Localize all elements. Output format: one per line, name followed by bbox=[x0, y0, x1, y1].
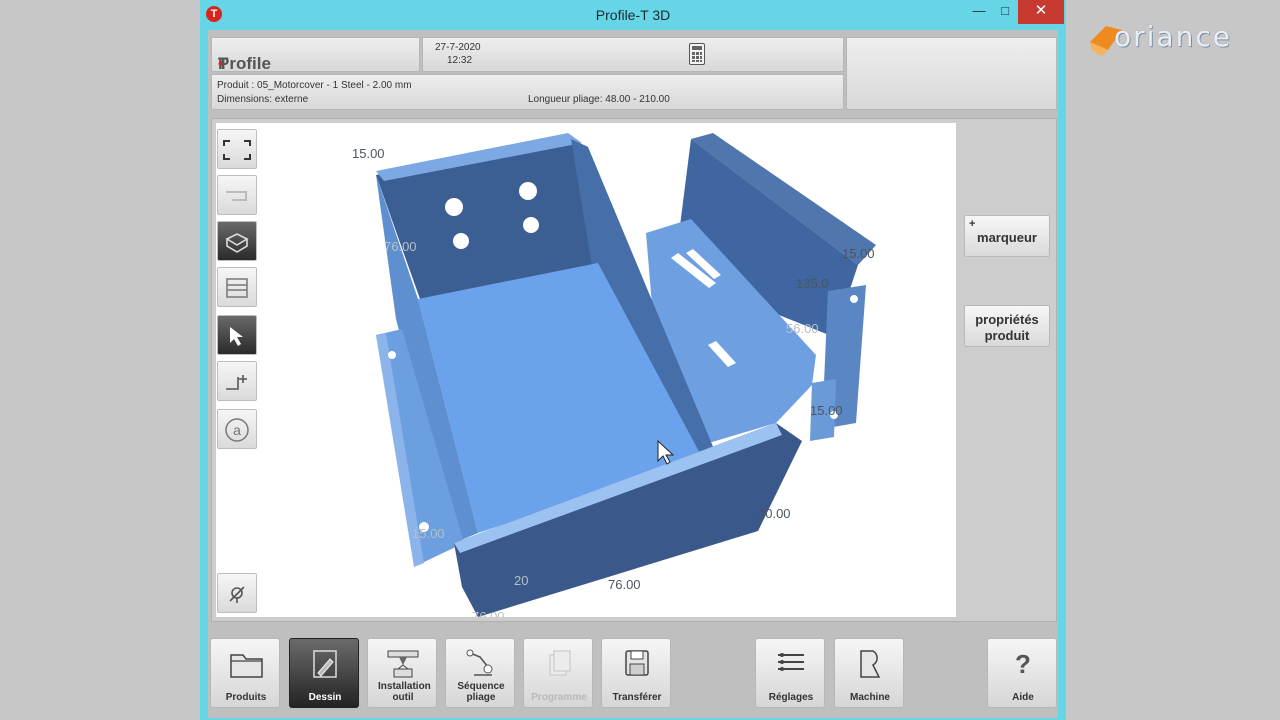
help-button[interactable]: ? Aide bbox=[987, 638, 1057, 708]
bend-sequence-button[interactable]: Séquence pliage bbox=[445, 638, 515, 708]
flange-icon bbox=[226, 191, 247, 201]
select-tool[interactable] bbox=[217, 315, 257, 355]
drawing-button[interactable]: Dessin bbox=[289, 638, 359, 708]
app-window: T Profile-T 3D — □ ✕ Profile • T 27-7-2020… bbox=[200, 0, 1066, 720]
dim-right-angle: 135.0 bbox=[796, 276, 829, 291]
products-button[interactable]: Produits bbox=[210, 638, 280, 708]
tool-setup-icon bbox=[387, 650, 419, 678]
dim-bottom-faint: 76.00 bbox=[472, 609, 505, 617]
viewport-frame: 15.00 76.00 15.00 135.0 56.00 15.00 20.0… bbox=[211, 118, 1057, 622]
close-button[interactable]: ✕ bbox=[1018, 0, 1064, 24]
save-icon bbox=[625, 650, 649, 676]
dim-bottom-right: 20.00 bbox=[758, 506, 791, 521]
fit-view-tool[interactable] bbox=[217, 129, 257, 169]
add-bend-icon bbox=[226, 375, 247, 390]
maximize-button[interactable]: □ bbox=[992, 0, 1018, 24]
plus-icon: + bbox=[969, 218, 976, 230]
part-3d-model[interactable]: 15.00 76.00 15.00 135.0 56.00 15.00 20.0… bbox=[216, 123, 956, 617]
oriance-logo-text: oriance bbox=[1114, 20, 1232, 53]
dim-right-mid: 15.00 bbox=[810, 403, 843, 418]
program-label: Programme bbox=[531, 692, 587, 703]
settings-list-icon bbox=[778, 653, 804, 671]
marker-button[interactable]: + marqueur bbox=[964, 215, 1050, 257]
minimize-button[interactable]: — bbox=[966, 0, 992, 24]
product-properties-button[interactable]: propriétés produit bbox=[964, 305, 1050, 347]
settings-label: Réglages bbox=[768, 692, 814, 703]
svg-text:?: ? bbox=[1015, 649, 1031, 679]
properties-label-line1: propriétés bbox=[975, 312, 1039, 327]
machine-button[interactable]: Machine bbox=[834, 638, 904, 708]
cube-icon bbox=[225, 233, 249, 253]
dim-bottom-mid: 76.00 bbox=[608, 577, 641, 592]
machine-icon bbox=[860, 650, 881, 678]
products-label: Produits bbox=[225, 692, 267, 703]
title-bar: T Profile-T 3D — □ ✕ bbox=[200, 0, 1066, 30]
bend-sequence-icon bbox=[466, 649, 493, 676]
bend-length: Longueur pliage: 48.00 - 210.00 bbox=[528, 94, 670, 105]
properties-label-line2: produit bbox=[984, 328, 1030, 343]
calculator-icon[interactable] bbox=[689, 43, 705, 65]
rotate-reset-tool[interactable] bbox=[217, 573, 257, 613]
program-icon bbox=[549, 650, 571, 676]
frame-icon bbox=[223, 140, 251, 160]
time-text: 12:32 bbox=[447, 55, 473, 66]
help-icon: ? bbox=[1015, 649, 1031, 679]
date-text: 27-7-2020 bbox=[435, 42, 481, 53]
tool-setup-button[interactable]: Installation outil bbox=[367, 638, 437, 708]
machine-label: Machine bbox=[849, 692, 890, 703]
add-flange-tool[interactable] bbox=[217, 361, 257, 401]
window-title: Profile-T 3D bbox=[595, 7, 671, 23]
oriance-logo: oriance bbox=[1086, 12, 1266, 62]
dim-left-faint: 76.00 bbox=[384, 239, 417, 254]
transfer-label: Transférer bbox=[612, 692, 662, 703]
draw-icon bbox=[313, 650, 337, 678]
layers-icon bbox=[226, 278, 248, 298]
product-info-bar: Produit : 05_Motorcover - 1 Steel - 2.00… bbox=[211, 74, 844, 110]
header-right-panel bbox=[846, 37, 1057, 110]
dim-right-top: 15.00 bbox=[842, 246, 875, 261]
bend-sequence-label: Séquence pliage bbox=[457, 681, 505, 703]
pin-icon bbox=[229, 586, 245, 603]
marker-label: marqueur bbox=[977, 230, 1037, 245]
drawing-label: Dessin bbox=[308, 692, 342, 703]
view-3d-tool[interactable] bbox=[217, 221, 257, 261]
client-area: Profile • T 27-7-2020 12:32 Produit : 05_M… bbox=[208, 30, 1058, 718]
section-tool[interactable] bbox=[217, 267, 257, 307]
product-line: Produit : 05_Motorcover - 1 Steel - 2.00… bbox=[217, 80, 412, 91]
date-box: 27-7-2020 12:32 bbox=[422, 37, 844, 72]
transfer-button[interactable]: Transférer bbox=[601, 638, 671, 708]
cursor-icon bbox=[230, 327, 243, 346]
folder-icon bbox=[230, 654, 263, 678]
dim-top-left: 15.00 bbox=[352, 146, 385, 161]
tool-setup-label: Installation outil bbox=[378, 681, 431, 703]
help-label: Aide bbox=[1012, 692, 1034, 703]
annotate-tool[interactable]: a bbox=[217, 409, 257, 449]
dim-bottom-small: 20 bbox=[514, 573, 528, 588]
svg-text:a: a bbox=[233, 422, 241, 438]
dim-bottom-left-flange: 15.00 bbox=[412, 526, 445, 541]
at-icon: a bbox=[225, 418, 249, 442]
3d-viewport[interactable]: 15.00 76.00 15.00 135.0 56.00 15.00 20.0… bbox=[216, 123, 956, 617]
unfold-tool[interactable] bbox=[217, 175, 257, 215]
brand-box: Profile • T bbox=[211, 37, 420, 73]
dimensions-mode: Dimensions: externe bbox=[217, 94, 309, 105]
dim-right-faint: 56.00 bbox=[786, 321, 819, 336]
program-button[interactable]: Programme bbox=[523, 638, 593, 708]
settings-button[interactable]: Réglages bbox=[755, 638, 825, 708]
